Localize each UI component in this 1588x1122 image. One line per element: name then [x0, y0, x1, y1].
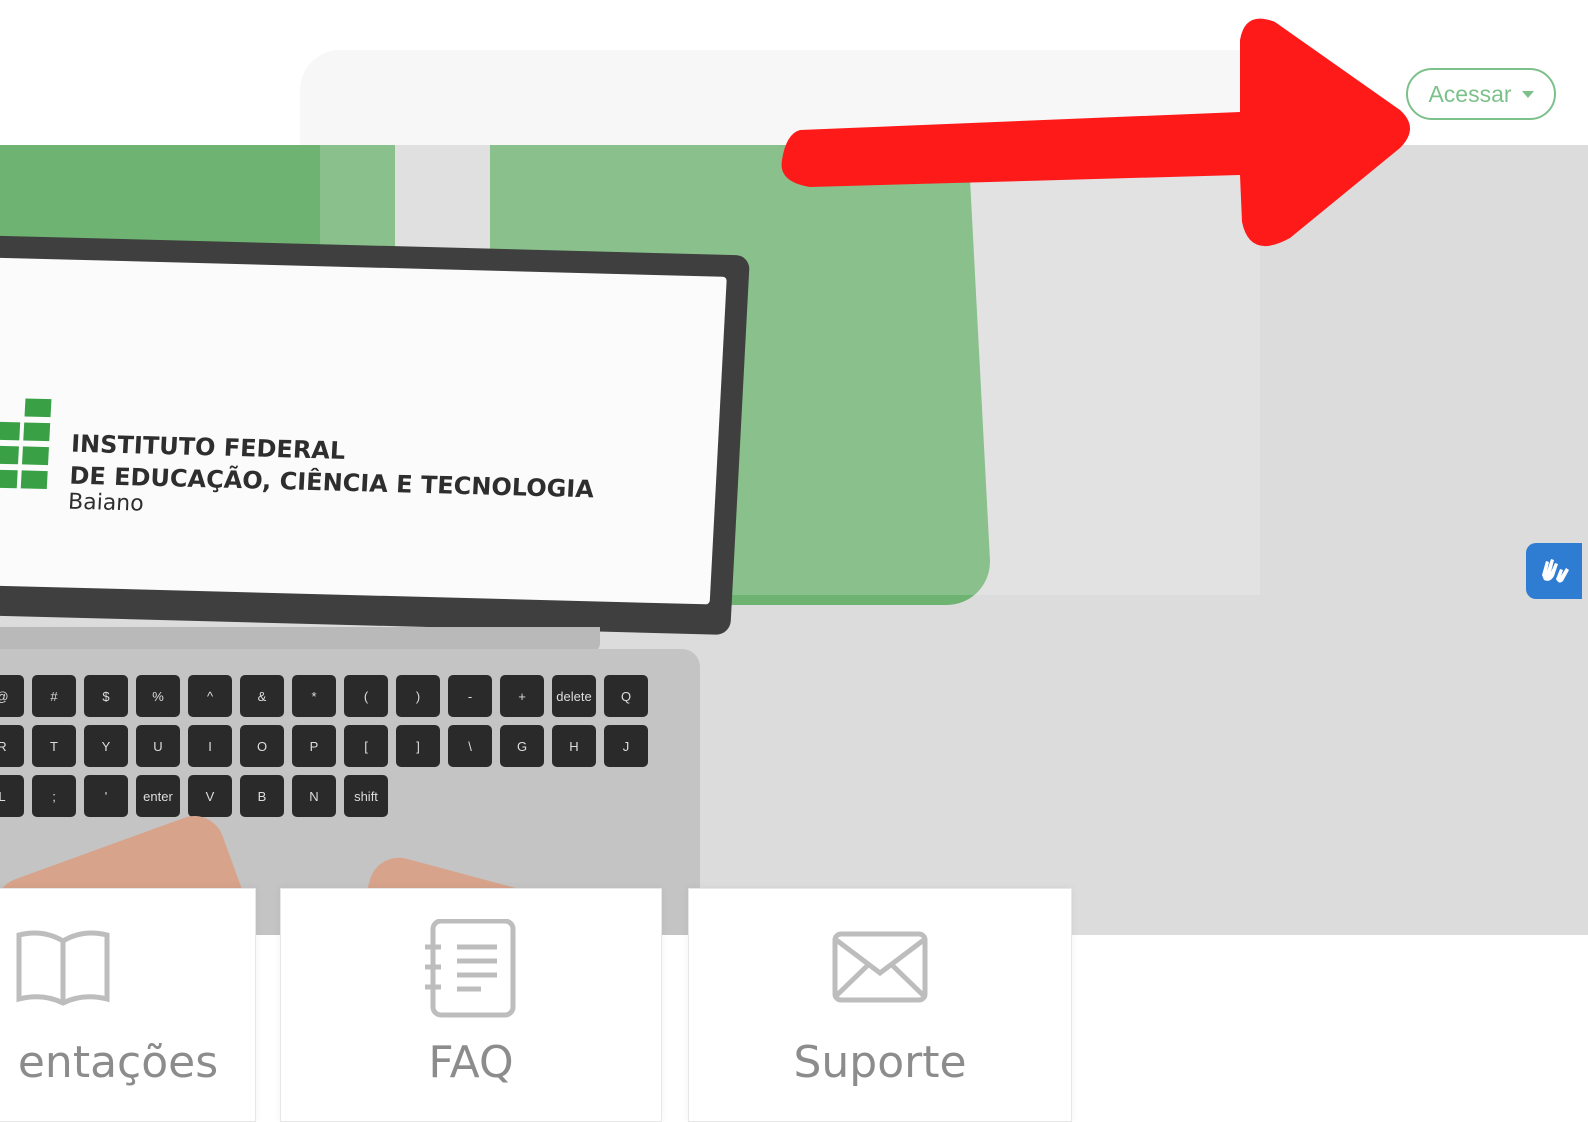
orientacoes-label: entações [17, 1037, 219, 1088]
keyboard-key: \ [448, 725, 492, 767]
laptop-image: INSTITUTO FEDERAL DE EDUCAÇÃO, CIÊNCIA E… [0, 235, 750, 935]
keyboard-key: ^ [188, 675, 232, 717]
keyboard-key: Q [604, 675, 648, 717]
keyboard-key: G [500, 725, 544, 767]
keyboard-key: * [292, 675, 336, 717]
keyboard-key: shift [344, 775, 388, 817]
faq-label: FAQ [428, 1037, 514, 1088]
keyboard-key: delete [552, 675, 596, 717]
keyboard-key: B [240, 775, 284, 817]
keyboard-key: ( [344, 675, 388, 717]
keyboard-key: N [292, 775, 336, 817]
keyboard-key: $ [84, 675, 128, 717]
keyboard-key: ) [396, 675, 440, 717]
keyboard-key: J [604, 725, 648, 767]
keyboard-key: ; [32, 775, 76, 817]
caret-down-icon [1521, 90, 1534, 98]
keyboard-key: [ [344, 725, 388, 767]
keyboard-key: + [500, 675, 544, 717]
laptop-screen-frame: INSTITUTO FEDERAL DE EDUCAÇÃO, CIÊNCIA E… [0, 235, 750, 635]
faq-card[interactable]: FAQ [280, 888, 662, 1122]
envelope-icon [832, 931, 928, 1003]
keyboard-key: I [188, 725, 232, 767]
keyboard-key: R [0, 725, 24, 767]
keyboard-key: U [136, 725, 180, 767]
keyboard-key: Y [84, 725, 128, 767]
header-bar: Acessar [0, 0, 1588, 145]
keyboard-key: @ [0, 675, 24, 717]
sign-language-hands-icon [1542, 559, 1569, 583]
book-icon [16, 930, 110, 1006]
keyboard-key: enter [136, 775, 180, 817]
institution-name: INSTITUTO FEDERAL DE EDUCAÇÃO, CIÊNCIA E… [67, 430, 596, 529]
hero-banner: INSTITUTO FEDERAL DE EDUCAÇÃO, CIÊNCIA E… [0, 145, 1588, 935]
suporte-card[interactable]: Suporte [688, 888, 1072, 1122]
keyboard-key: % [136, 675, 180, 717]
laptop-screen: INSTITUTO FEDERAL DE EDUCAÇÃO, CIÊNCIA E… [0, 257, 727, 605]
laptop-keyboard: @#$%^&*()-+deleteQ RTYUIOP[]\GHJ L;'enterV… [0, 675, 660, 817]
keyboard-key: P [292, 725, 336, 767]
orientacoes-card[interactable]: entações [0, 888, 256, 1122]
keyboard-key: V [188, 775, 232, 817]
keyboard-key: T [32, 725, 76, 767]
access-button-label: Acessar [1428, 80, 1512, 107]
keyboard-key: # [32, 675, 76, 717]
faq-list-icon [425, 919, 516, 1018]
access-dropdown-button[interactable]: Acessar [1406, 68, 1556, 120]
keyboard-key: ' [84, 775, 128, 817]
sign-language-button[interactable] [1526, 543, 1582, 599]
keyboard-key: L [0, 775, 24, 817]
keyboard-key: - [448, 675, 492, 717]
keyboard-key: & [240, 675, 284, 717]
keyboard-key: H [552, 725, 596, 767]
keyboard-key: O [240, 725, 284, 767]
suporte-label: Suporte [793, 1037, 967, 1088]
header-ghost-background [300, 50, 1280, 145]
keyboard-key: ] [396, 725, 440, 767]
